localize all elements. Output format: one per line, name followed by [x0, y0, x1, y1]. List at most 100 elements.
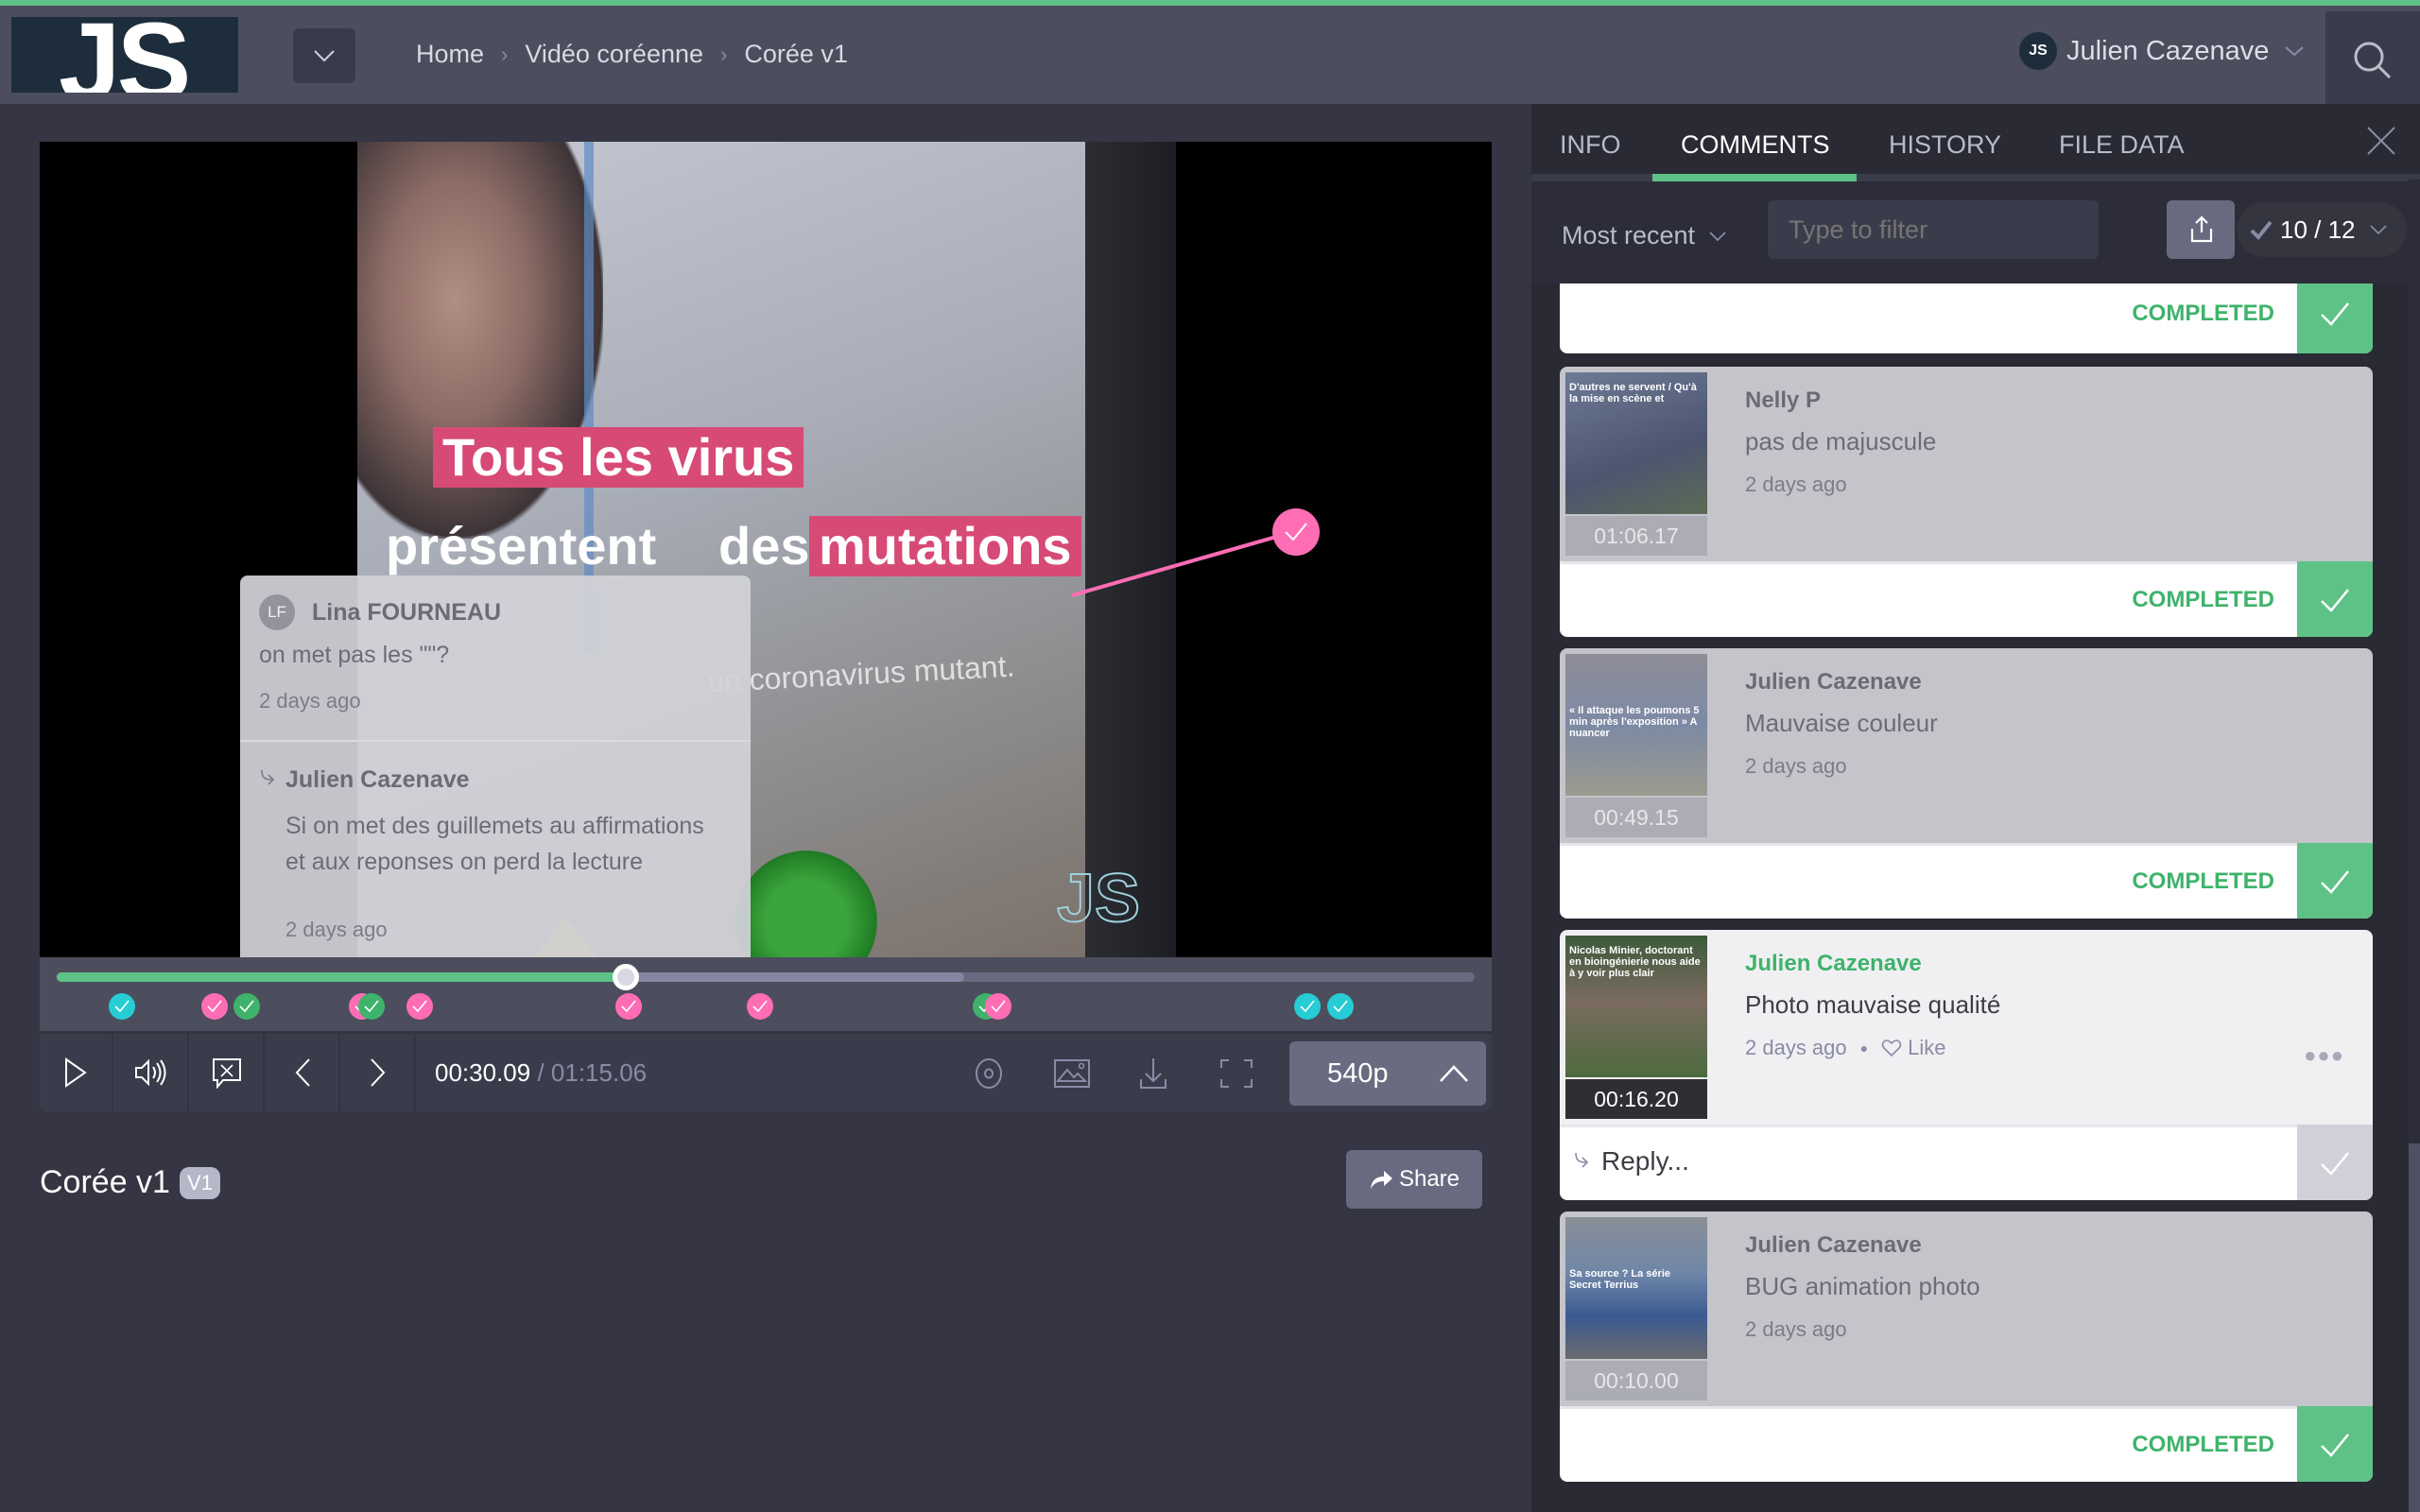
- logo[interactable]: JS: [11, 17, 238, 93]
- comments-list: COMPLETED D'autres ne servent / Qu'à la …: [1531, 284, 2420, 1512]
- comment-author: Nelly P: [1745, 387, 1822, 413]
- comment-timecode[interactable]: 00:49.15: [1565, 798, 1707, 837]
- asset-name: Corée v1: [40, 1164, 170, 1200]
- comment-thumbnail[interactable]: D'autres ne servent / Qu'à la mise en sc…: [1565, 372, 1707, 514]
- video-viewport[interactable]: Tous les virus présentent des mutations …: [40, 142, 1492, 957]
- comment-card[interactable]: Sa source ? La série Secret Terrius 00:1…: [1560, 1211, 2373, 1482]
- check-icon: [620, 1000, 636, 1013]
- reply-input[interactable]: Reply...: [1573, 1146, 1689, 1177]
- tab-info[interactable]: INFO: [1560, 130, 1621, 160]
- virus-graphic: [735, 850, 877, 957]
- tab-file-data[interactable]: FILE DATA: [2059, 130, 2185, 160]
- breadcrumb-separator-icon: ›: [720, 42, 728, 66]
- loop-button[interactable]: [968, 1053, 1010, 1094]
- check-icon: [1332, 1000, 1348, 1013]
- close-icon[interactable]: [2365, 125, 2397, 157]
- snapshot-button[interactable]: [1051, 1053, 1093, 1094]
- export-button[interactable]: [2167, 200, 2235, 259]
- comment-marker[interactable]: [1326, 993, 1354, 1020]
- like-button[interactable]: Like: [1881, 1036, 1945, 1060]
- chevron-up-icon: [1440, 1065, 1468, 1082]
- seek-handle[interactable]: [612, 964, 639, 990]
- comment-date: 2 days ago: [1745, 472, 1847, 497]
- comment-card[interactable]: « Il attaque les poumons 5 min après l'e…: [1560, 648, 2373, 919]
- more-options-icon[interactable]: ●●●: [2304, 1043, 2344, 1068]
- comment-text: Photo mauvaise qualité: [1745, 990, 2001, 1019]
- check-icon: [206, 1000, 222, 1013]
- complete-toggle[interactable]: [2297, 284, 2373, 353]
- comment-thumbnail[interactable]: Nicolas Minier, doctorant en bioingénier…: [1565, 936, 1707, 1077]
- share-button[interactable]: Share: [1346, 1150, 1482, 1209]
- comment-marker[interactable]: [406, 993, 433, 1020]
- volume-button[interactable]: [115, 1034, 189, 1111]
- comment-text: Mauvaise couleur: [1745, 709, 1938, 737]
- watermark: JS: [1056, 860, 1141, 937]
- filter-input[interactable]: [1768, 200, 2099, 259]
- breadcrumb-current: Corée v1: [744, 40, 848, 68]
- check-icon: [2250, 220, 2273, 240]
- check-icon: [364, 1000, 379, 1013]
- comments-toolbar: Most recent 10 / 12: [1531, 181, 2420, 284]
- check-icon: [1285, 523, 1307, 541]
- annotation-pin[interactable]: [1272, 508, 1320, 556]
- comment-thumbnail[interactable]: Sa source ? La série Secret Terrius: [1565, 1217, 1707, 1359]
- search-button[interactable]: [2325, 11, 2420, 110]
- complete-toggle[interactable]: [2297, 843, 2373, 919]
- quality-selector[interactable]: 540p: [1289, 1041, 1486, 1106]
- comment-status-bar: COMPLETED: [1560, 561, 2373, 637]
- tab-comments[interactable]: COMMENTS: [1681, 130, 1830, 160]
- scrollbar-thumb[interactable]: [2409, 1143, 2420, 1512]
- completed-filter[interactable]: 10 / 12: [2237, 202, 2407, 257]
- user-menu[interactable]: JS Julien Cazenave: [2019, 32, 2305, 70]
- comment-marker[interactable]: [614, 993, 642, 1020]
- seek-bar[interactable]: [57, 964, 1475, 990]
- project-menu-button[interactable]: [293, 28, 355, 83]
- comment-thumbnail[interactable]: « Il attaque les poumons 5 min après l'e…: [1565, 654, 1707, 796]
- play-icon: [65, 1057, 87, 1088]
- tab-history[interactable]: HISTORY: [1889, 130, 2001, 160]
- comment-card[interactable]: COMPLETED: [1560, 284, 2373, 353]
- breadcrumb-project[interactable]: Vidéo coréenne: [525, 40, 703, 69]
- comment-marker[interactable]: [233, 993, 260, 1020]
- version-badge[interactable]: V1: [179, 1166, 220, 1199]
- played-range: [57, 972, 626, 982]
- fullscreen-button[interactable]: [1216, 1053, 1257, 1094]
- comment-marker[interactable]: [747, 993, 773, 1020]
- reply-author: Julien Cazenave: [285, 766, 470, 793]
- comment-marker[interactable]: [1294, 993, 1321, 1020]
- breadcrumb-home[interactable]: Home: [416, 40, 484, 69]
- comment-card[interactable]: D'autres ne servent / Qu'à la mise en sc…: [1560, 367, 2373, 637]
- complete-toggle[interactable]: [2297, 1125, 2373, 1200]
- check-icon: [2321, 302, 2349, 326]
- video-caption: des: [718, 516, 810, 576]
- comment-marker[interactable]: [109, 993, 135, 1020]
- thumbnail-text: D'autres ne servent / Qu'à la mise en sc…: [1569, 382, 1697, 404]
- comment-text: on met pas les ""?: [259, 642, 450, 668]
- comment-marker[interactable]: [985, 993, 1011, 1020]
- previous-frame-button[interactable]: [267, 1034, 340, 1111]
- comment-timecode[interactable]: 01:06.17: [1565, 516, 1707, 556]
- check-icon: [752, 1000, 768, 1013]
- complete-toggle[interactable]: [2297, 561, 2373, 637]
- complete-toggle[interactable]: [2297, 1406, 2373, 1482]
- comment-timecode[interactable]: 00:10.00: [1565, 1361, 1707, 1400]
- comment-marker[interactable]: [200, 993, 228, 1020]
- reply-text: Si on met des guillemets au affirmations…: [285, 813, 704, 875]
- date-text: 2 days ago: [1745, 754, 1847, 778]
- volume-icon: [135, 1058, 166, 1087]
- comment-markers: [57, 993, 1475, 1022]
- scrollbar[interactable]: [2409, 180, 2420, 1512]
- heart-icon: [1881, 1040, 1902, 1057]
- check-icon: [412, 1000, 427, 1013]
- toggle-comments-button[interactable]: [191, 1034, 265, 1111]
- comment-marker[interactable]: [358, 993, 385, 1020]
- download-button[interactable]: [1132, 1053, 1174, 1094]
- sort-dropdown[interactable]: Most recent: [1562, 221, 1727, 250]
- breadcrumb: Home › Vidéo coréenne › Corée v1: [416, 40, 848, 69]
- comment-timecode[interactable]: 00:16.20: [1565, 1079, 1707, 1119]
- next-frame-button[interactable]: [342, 1034, 416, 1111]
- comment-card-selected[interactable]: Nicolas Minier, doctorant en bioingénier…: [1560, 930, 2373, 1200]
- comment-status-bar: COMPLETED: [1560, 284, 2373, 353]
- check-icon: [991, 1000, 1006, 1013]
- play-button[interactable]: [40, 1034, 113, 1111]
